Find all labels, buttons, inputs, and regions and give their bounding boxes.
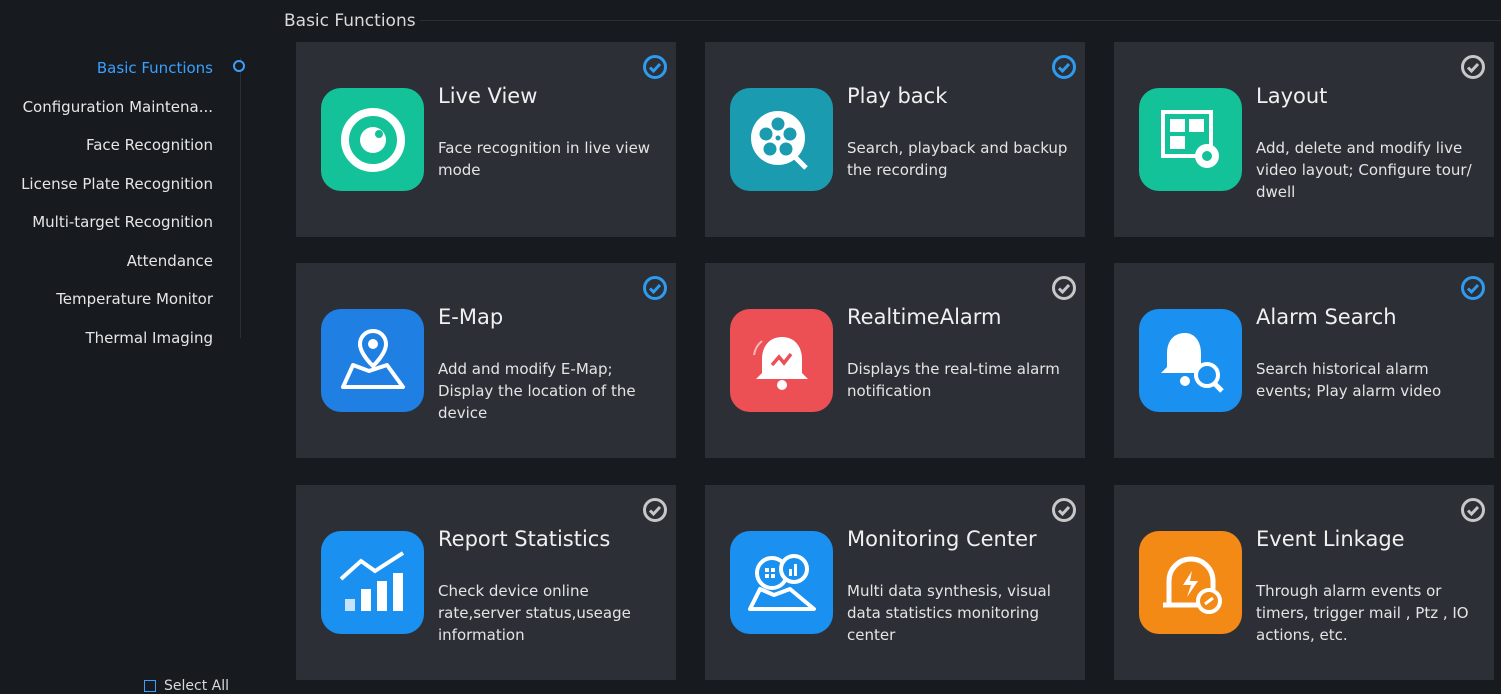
alarm-bell-icon — [730, 309, 833, 412]
card-description: Through alarm events or timers, trigger … — [1256, 582, 1469, 644]
sidebar-item-attendance[interactable]: Attendance — [127, 252, 213, 270]
sidebar-item-temperature-monitor[interactable]: Temperature Monitor — [56, 290, 213, 308]
active-indicator-icon — [233, 60, 245, 72]
card-event-linkage[interactable]: Event Linkage Through alarm events or ti… — [1114, 485, 1494, 680]
checked-icon[interactable] — [1051, 54, 1077, 80]
card-description: Search historical alarm events; Play ala… — [1256, 360, 1442, 400]
card-description: Add and modify E-Map; Display the locati… — [438, 360, 636, 422]
card-playback[interactable]: Play back Search, playback and backup th… — [705, 42, 1085, 237]
card-description: Search, playback and backup the recordin… — [847, 139, 1068, 179]
card-monitoring-center[interactable]: Monitoring Center Multi data synthesis, … — [705, 485, 1085, 680]
select-all-control[interactable]: Select All — [144, 678, 229, 694]
live-view-icon — [321, 88, 424, 191]
map-pin-icon — [321, 309, 424, 412]
playback-film-reel-icon — [730, 88, 833, 191]
sidebar-item-face-recognition[interactable]: Face Recognition — [86, 136, 213, 154]
sidebar-item-basic-functions[interactable]: Basic Functions — [97, 59, 213, 77]
card-description: Add, delete and modify live video layout… — [1256, 139, 1472, 201]
card-title: Play back — [847, 84, 948, 108]
unchecked-icon[interactable] — [1051, 275, 1077, 301]
card-title: E-Map — [438, 305, 504, 329]
card-title: Event Linkage — [1256, 527, 1405, 551]
card-layout[interactable]: Layout Add, delete and modify live video… — [1114, 42, 1494, 237]
card-description: Face recognition in live view mode — [438, 139, 651, 179]
unchecked-icon[interactable] — [642, 497, 668, 523]
card-report-statistics[interactable]: Report Statistics Check device online ra… — [296, 485, 676, 680]
card-e-map[interactable]: E-Map Add and modify E-Map; Display the … — [296, 263, 676, 458]
card-title: Live View — [438, 84, 538, 108]
sidebar-item-multi-target-recognition[interactable]: Multi-target Recognition — [32, 213, 213, 231]
sidebar-item-license-plate-recognition[interactable]: License Plate Recognition — [21, 175, 213, 193]
checked-icon[interactable] — [1460, 275, 1486, 301]
checked-icon[interactable] — [642, 54, 668, 80]
card-alarm-search[interactable]: Alarm Search Search historical alarm eve… — [1114, 263, 1494, 458]
card-realtime-alarm[interactable]: RealtimeAlarm Displays the real-time ala… — [705, 263, 1085, 458]
unchecked-icon[interactable] — [1460, 497, 1486, 523]
event-linkage-icon — [1139, 531, 1242, 634]
report-chart-icon — [321, 531, 424, 634]
sidebar-item-thermal-imaging[interactable]: Thermal Imaging — [86, 329, 214, 347]
alarm-search-icon — [1139, 309, 1242, 412]
unchecked-icon[interactable] — [1460, 54, 1486, 80]
card-title: Report Statistics — [438, 527, 611, 551]
card-title: RealtimeAlarm — [847, 305, 1002, 329]
select-all-label: Select All — [164, 678, 229, 694]
sidebar-item-configuration-maintenance[interactable]: Configuration Maintena... — [23, 98, 213, 116]
card-live-view[interactable]: Live View Face recognition in live view … — [296, 42, 676, 237]
section-divider — [420, 20, 1501, 21]
nav-divider — [240, 58, 241, 338]
card-title: Monitoring Center — [847, 527, 1037, 551]
checked-icon[interactable] — [642, 275, 668, 301]
card-title: Alarm Search — [1256, 305, 1397, 329]
layout-settings-icon — [1139, 88, 1242, 191]
section-title: Basic Functions — [284, 11, 416, 31]
card-description: Multi data synthesis, visual data statis… — [847, 582, 1051, 644]
monitoring-center-icon — [730, 531, 833, 634]
sidebar: Basic Functions Configuration Maintena..… — [0, 0, 250, 694]
card-title: Layout — [1256, 84, 1328, 108]
card-description: Displays the real-time alarm notificatio… — [847, 360, 1060, 400]
card-description: Check device online rate,server status,u… — [438, 582, 631, 644]
unchecked-icon[interactable] — [1051, 497, 1077, 523]
select-all-checkbox[interactable] — [144, 680, 156, 692]
